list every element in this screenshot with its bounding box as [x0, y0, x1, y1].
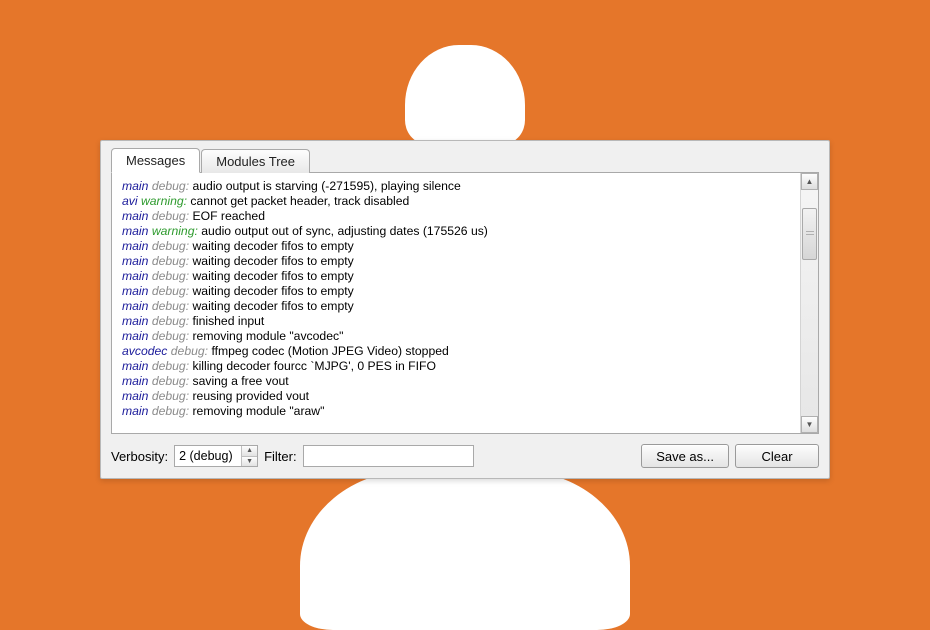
tab-messages[interactable]: Messages [111, 148, 200, 173]
tab-bar: Messages Modules Tree [111, 149, 819, 173]
messages-panel: Messages Modules Tree main debug: audio … [100, 140, 830, 479]
log-message: waiting decoder fifos to empty [192, 284, 353, 298]
scroll-thumb[interactable] [802, 208, 817, 260]
log-line: main debug: waiting decoder fifos to emp… [122, 299, 796, 314]
log-line: main debug: removing module "avcodec" [122, 329, 796, 344]
tab-modules-tree[interactable]: Modules Tree [201, 149, 310, 173]
verbosity-spinbox[interactable]: ▲ ▼ [174, 445, 258, 467]
log-source: main [122, 374, 152, 388]
log-level: debug: [152, 239, 193, 253]
log-line: avi warning: cannot get packet header, t… [122, 194, 796, 209]
log-level: debug: [152, 389, 193, 403]
log-line: main debug: waiting decoder fifos to emp… [122, 269, 796, 284]
log-level: debug: [152, 359, 193, 373]
save-as-button[interactable]: Save as... [641, 444, 729, 468]
log-message: audio output is starving (-271595), play… [192, 179, 460, 193]
log-source: avcodec [122, 344, 171, 358]
log-line: main debug: waiting decoder fifos to emp… [122, 254, 796, 269]
scroll-down-icon[interactable]: ▼ [801, 416, 818, 433]
log-message: EOF reached [192, 209, 264, 223]
log-message: saving a free vout [192, 374, 288, 388]
log-line: main debug: killing decoder fourcc `MJPG… [122, 359, 796, 374]
log-source: main [122, 389, 152, 403]
log-level: debug: [152, 284, 193, 298]
log-source: avi [122, 194, 141, 208]
log-source: main [122, 299, 152, 313]
log-message: killing decoder fourcc `MJPG', 0 PES in … [192, 359, 435, 373]
log-line: main debug: finished input [122, 314, 796, 329]
filter-input[interactable] [303, 445, 474, 467]
log-line: main warning: audio output out of sync, … [122, 224, 796, 239]
log-message: removing module "avcodec" [192, 329, 343, 343]
log-level: debug: [152, 329, 193, 343]
verbosity-up-icon[interactable]: ▲ [242, 446, 257, 457]
log-level: debug: [152, 254, 193, 268]
log-line: main debug: removing module "araw" [122, 404, 796, 419]
log-message: cannot get packet header, track disabled [190, 194, 409, 208]
scroll-up-icon[interactable]: ▲ [801, 173, 818, 190]
clear-button[interactable]: Clear [735, 444, 819, 468]
log-line: main debug: EOF reached [122, 209, 796, 224]
scroll-track[interactable] [801, 190, 818, 416]
log-source: main [122, 224, 152, 238]
verbosity-down-icon[interactable]: ▼ [242, 457, 257, 467]
controls-row: Verbosity: ▲ ▼ Filter: Save as... Clear [111, 444, 819, 468]
log-message: reusing provided vout [192, 389, 309, 403]
vlc-cone-top-decoration [405, 45, 525, 145]
log-level: debug: [152, 314, 193, 328]
log-level: debug: [152, 209, 193, 223]
log-source: main [122, 179, 152, 193]
log-level: warning: [152, 224, 201, 238]
log-source: main [122, 284, 152, 298]
log-line: main debug: reusing provided vout [122, 389, 796, 404]
log-source: main [122, 269, 152, 283]
log-message: waiting decoder fifos to empty [192, 269, 353, 283]
log-line: main debug: saving a free vout [122, 374, 796, 389]
log-line: main debug: waiting decoder fifos to emp… [122, 239, 796, 254]
log-level: warning: [141, 194, 190, 208]
log-scrollbar[interactable]: ▲ ▼ [800, 173, 818, 433]
log-level: debug: [152, 374, 193, 388]
filter-label: Filter: [264, 449, 297, 464]
log-source: main [122, 404, 152, 418]
log-source: main [122, 209, 152, 223]
log-output[interactable]: main debug: audio output is starving (-2… [111, 172, 819, 434]
log-source: main [122, 329, 152, 343]
log-message: audio output out of sync, adjusting date… [201, 224, 488, 238]
log-level: debug: [152, 299, 193, 313]
log-message: finished input [192, 314, 264, 328]
log-source: main [122, 359, 152, 373]
log-level: debug: [171, 344, 212, 358]
vlc-cone-base-decoration [300, 470, 630, 630]
log-level: debug: [152, 179, 193, 193]
log-level: debug: [152, 269, 193, 283]
log-line: main debug: audio output is starving (-2… [122, 179, 796, 194]
log-message: waiting decoder fifos to empty [192, 299, 353, 313]
log-source: main [122, 254, 152, 268]
log-message: waiting decoder fifos to empty [192, 239, 353, 253]
verbosity-input[interactable] [175, 446, 241, 466]
log-message: waiting decoder fifos to empty [192, 254, 353, 268]
log-source: main [122, 239, 152, 253]
log-message: removing module "araw" [192, 404, 324, 418]
log-source: main [122, 314, 152, 328]
log-line: avcodec debug: ffmpeg codec (Motion JPEG… [122, 344, 796, 359]
log-message: ffmpeg codec (Motion JPEG Video) stopped [211, 344, 448, 358]
log-level: debug: [152, 404, 193, 418]
log-line: main debug: waiting decoder fifos to emp… [122, 284, 796, 299]
verbosity-label: Verbosity: [111, 449, 168, 464]
